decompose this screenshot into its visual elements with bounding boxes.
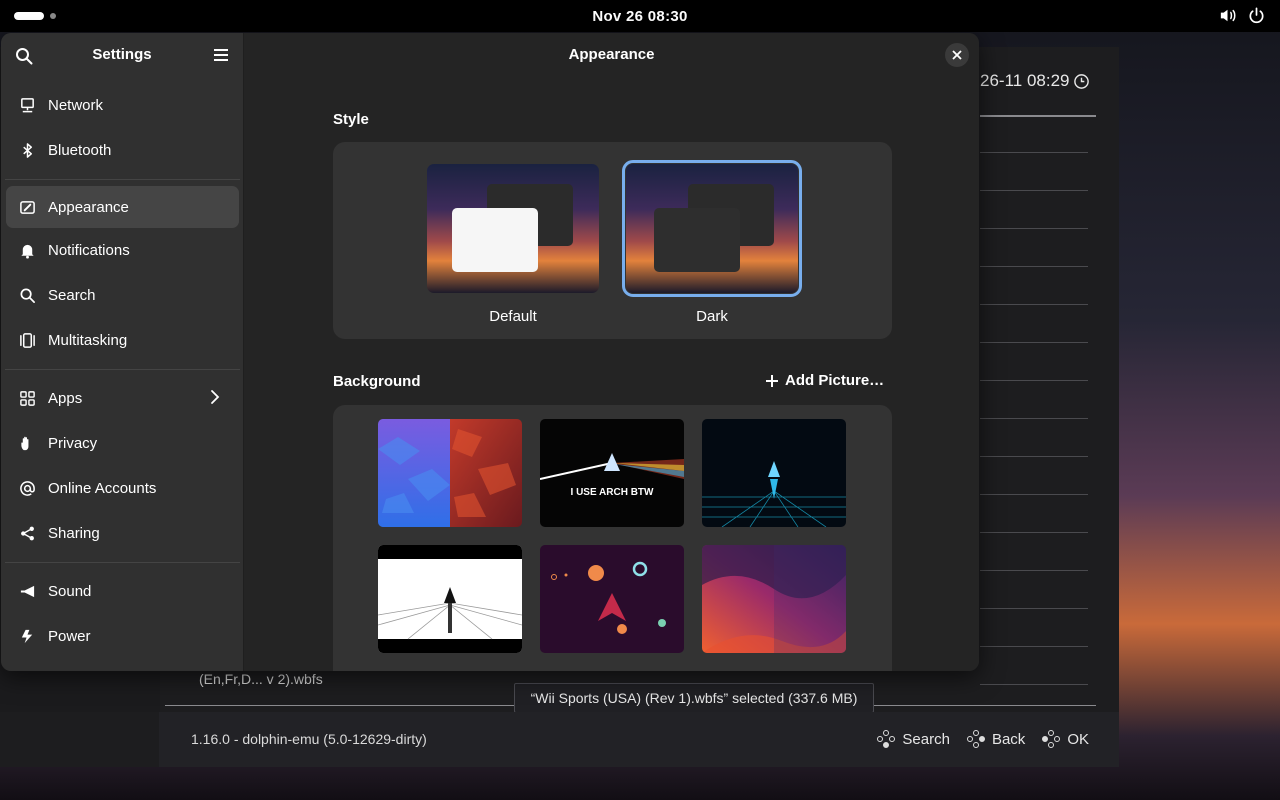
wallpaper-thumbnail[interactable] <box>378 545 522 653</box>
sidebar-separator <box>5 179 240 180</box>
sidebar-item-label: Multitasking <box>48 332 128 349</box>
power-icon <box>21 629 33 644</box>
gamepad-buttons-icon <box>966 730 985 748</box>
plus-icon <box>766 374 778 387</box>
sidebar-item-power[interactable]: Power <box>6 614 239 659</box>
at-icon <box>20 481 35 496</box>
footer-back-button[interactable]: Back <box>966 729 1025 749</box>
clock[interactable]: Nov 26 08:30 <box>592 8 687 25</box>
volume-icon[interactable] <box>1218 6 1237 25</box>
sidebar-item-online-accounts[interactable]: Online Accounts <box>6 466 239 511</box>
close-icon <box>952 50 962 60</box>
gamepad-buttons-icon <box>877 730 896 748</box>
hand-icon <box>21 436 29 451</box>
dolphin-datetime: 26-11 08:29 <box>980 71 1090 91</box>
sidebar-item-label: Sharing <box>48 525 100 542</box>
wallpaper-caption: I USE ARCH BTW <box>571 487 655 498</box>
sidebar-item-appearance[interactable]: Appearance <box>6 186 239 228</box>
gamepad-buttons-icon <box>1042 730 1061 748</box>
game-name[interactable]: (En,Fr,D... v 2).wbfs <box>199 671 323 687</box>
sidebar-title: Settings <box>92 46 152 63</box>
top-bar: Nov 26 08:30 <box>0 0 1280 32</box>
sidebar-item-label: Bluetooth <box>48 142 112 159</box>
hamburger-menu-icon[interactable] <box>212 46 230 64</box>
appearance-icon <box>20 200 35 214</box>
sidebar-item-label: Apps <box>48 390 83 407</box>
activities-indicator[interactable] <box>14 12 56 20</box>
sidebar-header: Settings <box>1 33 243 77</box>
datetime-text: 26-11 08:29 <box>980 71 1070 90</box>
wallpaper-grid: I USE ARCH BTW <box>333 405 892 671</box>
style-default-label: Default <box>489 308 537 325</box>
sidebar-item-label: Search <box>48 287 96 304</box>
workspace-dot[interactable] <box>50 13 56 19</box>
sidebar-item-label: Appearance <box>48 198 129 216</box>
dolphin-footer: 1.16.0 - dolphin-emu (5.0-12629-dirty) S… <box>159 712 1119 767</box>
sidebar-item-label: Network <box>48 97 104 114</box>
selection-status: “Wii Sports (USA) (Rev 1).wbfs” selected… <box>514 683 874 713</box>
sidebar-item-sound[interactable]: Sound <box>6 569 239 614</box>
version-text: 1.16.0 - dolphin-emu (5.0-12629-dirty) <box>191 731 427 747</box>
sidebar-item-label: Sound <box>48 583 92 600</box>
panel-header: Appearance <box>244 33 979 77</box>
wallpaper-thumbnail[interactable] <box>378 419 522 527</box>
sidebar-item-label: Privacy <box>48 435 98 452</box>
page-title: Appearance <box>568 46 655 63</box>
wallpaper-thumbnail[interactable] <box>702 545 846 653</box>
sidebar-item-label: Power <box>48 628 91 645</box>
footer-back-label: Back <box>991 730 1026 748</box>
wallpaper-thumbnail[interactable] <box>540 545 684 653</box>
sidebar-item-privacy[interactable]: Privacy <box>6 421 239 466</box>
sidebar-item-notifications[interactable]: Notifications <box>6 228 239 273</box>
share-icon <box>21 526 34 541</box>
style-section-label: Style <box>333 111 369 128</box>
speaker-icon <box>20 585 35 598</box>
bell-icon <box>21 244 34 259</box>
dolphin-list-rows[interactable] <box>980 115 1088 685</box>
sidebar-item-bluetooth[interactable]: Bluetooth <box>6 128 239 173</box>
system-tray[interactable] <box>1218 6 1266 25</box>
sidebar-item-apps[interactable]: Apps <box>6 376 239 421</box>
footer-ok-label: OK <box>1067 730 1089 748</box>
sidebar-item-label: Online Accounts <box>48 480 157 497</box>
add-picture-label: Add Picture… <box>785 372 885 389</box>
wallpaper-thumbnail[interactable] <box>702 419 846 527</box>
workspace-active-pill[interactable] <box>14 12 44 20</box>
footer-search-button[interactable]: Search <box>876 729 950 749</box>
search-icon <box>20 288 35 303</box>
apps-icon <box>20 391 35 406</box>
close-button[interactable] <box>945 43 969 67</box>
sidebar-list: Network Bluetooth Appearance Notificatio… <box>1 83 244 659</box>
bluetooth-icon <box>23 143 33 158</box>
sidebar-item-search[interactable]: Search <box>6 273 239 318</box>
appearance-panel: Appearance Style Default Dark Background… <box>244 33 979 671</box>
footer-search-label: Search <box>902 730 950 748</box>
style-dark-label: Dark <box>696 308 728 325</box>
background-section-label: Background <box>333 373 421 390</box>
wallpaper-thumbnail[interactable]: I USE ARCH BTW <box>540 419 684 527</box>
network-icon <box>21 98 34 113</box>
style-default-thumbnail[interactable] <box>427 164 599 293</box>
sidebar-separator <box>5 369 240 370</box>
chevron-right-icon <box>211 390 220 404</box>
sidebar-item-label: Notifications <box>48 242 130 259</box>
sidebar-item-sharing[interactable]: Sharing <box>6 511 239 556</box>
add-picture-button[interactable]: Add Picture… <box>765 372 884 389</box>
multitasking-icon <box>20 333 35 348</box>
style-dark-thumbnail[interactable] <box>622 160 802 297</box>
style-card: Default Dark <box>333 142 892 339</box>
settings-sidebar: Settings Network Bluetooth Appearance No… <box>1 33 244 671</box>
sidebar-item-network[interactable]: Network <box>6 83 239 128</box>
sidebar-separator <box>5 562 240 563</box>
power-icon[interactable] <box>1247 6 1266 25</box>
footer-ok-button[interactable]: OK <box>1041 729 1089 749</box>
clock-icon <box>1074 73 1090 89</box>
sidebar-item-multitasking[interactable]: Multitasking <box>6 318 239 363</box>
settings-window: Settings Network Bluetooth Appearance No… <box>1 33 979 671</box>
